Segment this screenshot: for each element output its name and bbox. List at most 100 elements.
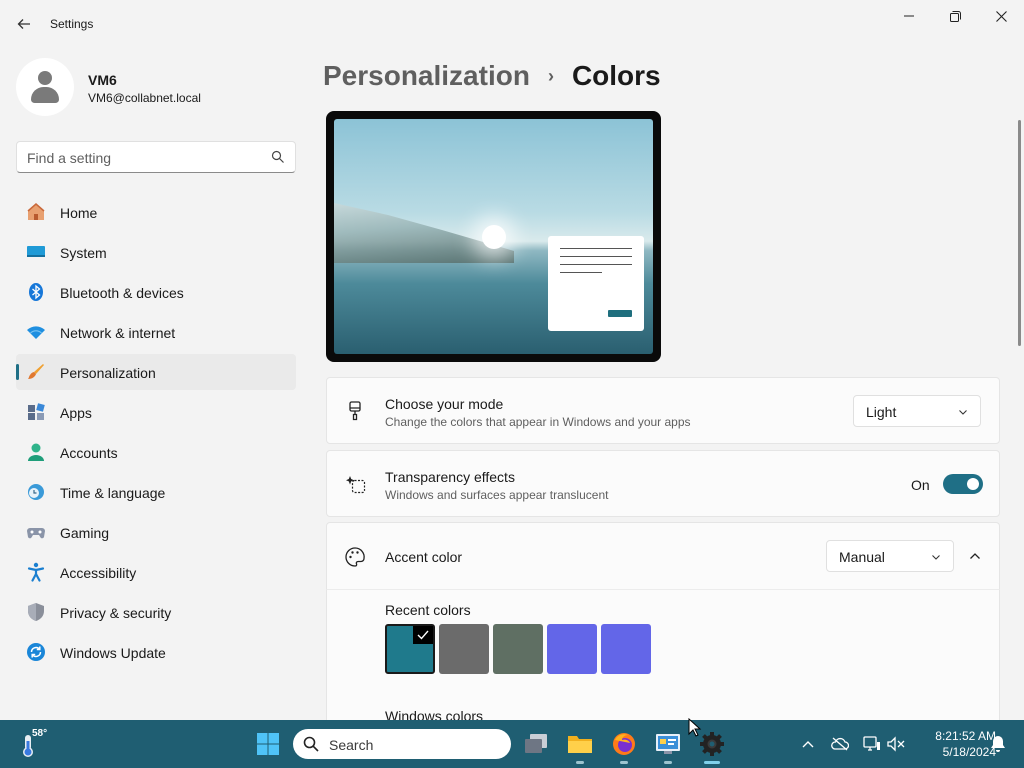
breadcrumb-parent[interactable]: Personalization (323, 60, 530, 92)
accent-dropdown-value: Manual (839, 549, 885, 565)
start-button[interactable] (252, 728, 284, 760)
close-button[interactable] (978, 0, 1024, 32)
weather-temperature: 58° (32, 728, 48, 739)
wifi-icon (26, 322, 46, 342)
sidebar-item-apps[interactable]: Apps (16, 394, 296, 430)
transparency-state: On (911, 477, 930, 493)
transparency-card: Transparency effects Windows and surface… (326, 450, 1000, 517)
transparency-sparkle-icon (343, 472, 367, 496)
recent-colors-label: Recent colors (385, 602, 471, 618)
back-button[interactable] (10, 10, 38, 38)
network-tray-button[interactable] (860, 732, 884, 756)
shield-icon (26, 602, 46, 622)
breadcrumb: Personalization › Colors (323, 58, 661, 94)
user-name: VM6 (88, 72, 117, 88)
onedrive-tray-button[interactable] (828, 732, 852, 756)
mode-title: Choose your mode (385, 396, 504, 412)
task-view-button[interactable] (520, 728, 552, 760)
bluetooth-icon (26, 282, 46, 302)
file-explorer-button[interactable] (564, 728, 596, 764)
windows-logo-icon (257, 733, 279, 755)
theme-preview (326, 111, 661, 362)
taskbar-search[interactable]: Search (293, 729, 511, 759)
color-swatch[interactable] (439, 624, 489, 674)
color-swatch[interactable] (493, 624, 543, 674)
arrow-left-icon (17, 19, 30, 29)
sidebar-item-accessibility[interactable]: Accessibility (16, 554, 296, 590)
user-email: VM6@collabnet.local (88, 91, 201, 105)
color-swatch[interactable] (385, 624, 435, 674)
sidebar-item-time-language[interactable]: Time & language (16, 474, 296, 510)
accessibility-icon (26, 562, 46, 582)
minimize-icon (904, 15, 914, 17)
sidebar-item-label: Apps (60, 405, 92, 421)
sidebar-item-home[interactable]: Home (16, 194, 296, 230)
taskbar-clock[interactable]: 8:21:52 AM 5/18/2024 (906, 728, 996, 760)
preview-window (548, 236, 644, 331)
search-icon (271, 150, 284, 163)
preview-accent-button (608, 310, 632, 317)
firefox-button[interactable] (608, 728, 640, 764)
breadcrumb-separator: › (547, 65, 554, 86)
accent-dropdown[interactable]: Manual (826, 540, 954, 572)
mode-dropdown[interactable]: Light (853, 395, 981, 427)
maximize-button[interactable] (932, 0, 978, 32)
task-view-icon (525, 734, 547, 753)
page-title: Colors (571, 60, 661, 91)
firefox-icon (613, 733, 635, 755)
volume-muted-icon (887, 736, 905, 752)
clock-time: 8:21:52 AM (935, 729, 996, 743)
user-profile[interactable]: VM6 VM6@collabnet.local (16, 58, 296, 118)
sidebar-item-bluetooth[interactable]: Bluetooth & devices (16, 274, 296, 310)
update-icon (26, 642, 46, 662)
home-icon (26, 202, 46, 222)
sidebar-item-label: System (60, 245, 107, 261)
sidebar-item-accounts[interactable]: Accounts (16, 434, 296, 470)
chevron-down-icon (932, 555, 940, 560)
accent-collapse-button[interactable] (959, 540, 991, 572)
minimize-button[interactable] (886, 0, 932, 32)
mode-card: Choose your mode Change the colors that … (326, 377, 1000, 444)
sidebar-item-personalization[interactable]: Personalization (16, 354, 296, 390)
sidebar-item-privacy[interactable]: Privacy & security (16, 594, 296, 630)
app-title: Settings (50, 17, 94, 31)
sidebar-item-label: Windows Update (60, 645, 166, 661)
search-input[interactable] (27, 148, 267, 168)
sidebar-item-label: Gaming (60, 525, 110, 541)
chevron-up-icon (802, 741, 814, 748)
apps-icon (26, 402, 46, 422)
folder-icon (568, 736, 592, 753)
gamepad-icon (26, 522, 46, 542)
sidebar-item-windows-update[interactable]: Windows Update (16, 634, 296, 670)
sidebar-item-gaming[interactable]: Gaming (16, 514, 296, 550)
clock-date: 5/18/2024 (942, 745, 996, 759)
title-bar: Settings (0, 0, 1024, 48)
sidebar-item-label: Time & language (60, 485, 166, 501)
avatar (16, 58, 74, 116)
sidebar-item-label: Bluetooth & devices (60, 285, 184, 301)
gear-icon (700, 732, 724, 756)
settings-search[interactable] (16, 141, 296, 173)
notifications-button[interactable] (986, 732, 1010, 756)
sidebar-item-network[interactable]: Network & internet (16, 314, 296, 350)
weather-widget[interactable]: 58° (18, 728, 52, 760)
recent-colors (385, 624, 651, 674)
accent-card: Accent color Manual (326, 522, 1000, 590)
accent-title: Accent color (385, 549, 463, 565)
taskbar-search-text: Search (329, 737, 374, 753)
sidebar-item-label: Privacy & security (60, 605, 172, 621)
paint-brush-icon (343, 399, 367, 423)
sidebar-item-system[interactable]: System (16, 234, 296, 270)
search-icon (303, 736, 319, 752)
volume-tray-button[interactable] (884, 732, 908, 756)
bell-icon (991, 736, 1005, 752)
preview-sun (482, 225, 506, 249)
transparency-description: Windows and surfaces appear translucent (385, 488, 609, 502)
color-swatch[interactable] (547, 624, 597, 674)
scrollbar[interactable] (1018, 120, 1021, 346)
color-swatch[interactable] (601, 624, 651, 674)
control-panel-button[interactable] (652, 728, 684, 764)
system-icon (26, 242, 46, 262)
transparency-toggle[interactable] (943, 474, 983, 494)
show-hidden-icons-button[interactable] (796, 732, 820, 756)
